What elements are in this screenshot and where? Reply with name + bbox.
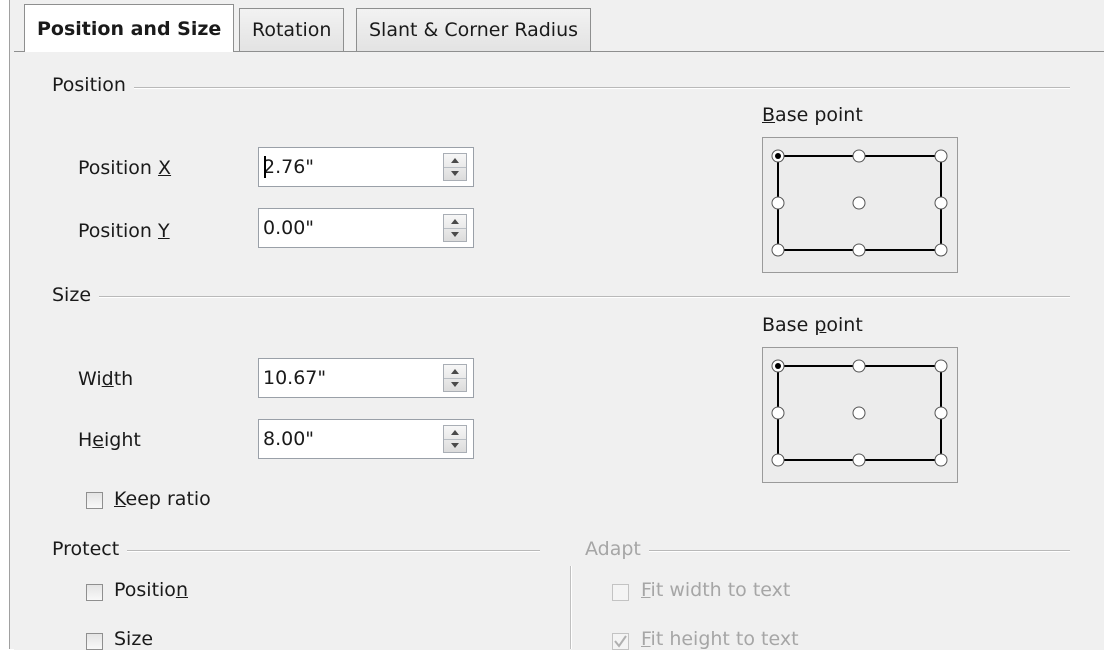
base-point-radio-bottom-right[interactable] [934,243,948,257]
base-point-radio-bottom-center[interactable] [852,243,866,257]
base-point-radio-top-center[interactable] [852,359,866,373]
protect-adapt-separator [570,566,572,649]
fit-height-to-text-label: Fit height to text [641,628,799,650]
position-x-spinner[interactable] [443,153,467,181]
protect-position-label: Position [114,579,188,601]
position-y-field[interactable]: 0.00" [258,208,474,248]
base-point-radio-top-center[interactable] [852,149,866,163]
base-point-radio-center[interactable] [852,196,866,210]
height-field[interactable]: 8.00" [258,419,474,459]
checkmark-icon [614,635,627,648]
spin-up-icon[interactable] [444,215,466,229]
height-value: 8.00" [263,428,315,450]
protect-size-label: Size [114,628,154,650]
position-section-rule [52,87,1070,89]
tab-position-and-size[interactable]: Position and Size [24,4,235,52]
adapt-section-rule [585,550,1070,552]
width-spinner[interactable] [443,364,467,392]
width-value: 10.67" [263,367,327,389]
protect-position-checkbox[interactable] [86,584,103,601]
width-label: Width [78,368,134,390]
base-point-radio-middle-left[interactable] [771,196,785,210]
base-point-grid [771,149,948,257]
spin-down-icon[interactable] [444,167,466,180]
protect-size-checkbox[interactable] [86,633,103,650]
height-label: Height [78,429,141,451]
tab-rotation[interactable]: Rotation [239,8,345,51]
text-caret [264,156,266,178]
protect-heading: Protect [52,538,128,560]
base-point-grid [771,359,948,467]
spin-down-icon[interactable] [444,228,466,241]
tab-slant-corner-radius[interactable]: Slant & Corner Radius [356,8,592,51]
spin-up-icon[interactable] [444,365,466,379]
base-point-radio-top-right[interactable] [934,149,948,163]
position-heading: Position [52,74,134,96]
base-point-radio-center[interactable] [852,406,866,420]
keep-ratio-label: Keep ratio [114,488,211,510]
base-point-radio-middle-right[interactable] [934,196,948,210]
base-point-radio-bottom-right[interactable] [934,453,948,467]
base-point-radio-top-left[interactable] [771,149,785,163]
size-heading: Size [52,284,100,306]
base-point-radio-bottom-center[interactable] [852,453,866,467]
base-point-radio-top-right[interactable] [934,359,948,373]
size-base-point-label: Base point [762,314,863,336]
position-x-value: 2.76" [263,156,315,178]
fit-width-to-text-checkbox[interactable] [612,584,629,601]
size-base-point-selector[interactable] [762,347,958,483]
base-point-radio-bottom-left[interactable] [771,243,785,257]
fit-height-to-text-checkbox[interactable] [612,633,629,650]
base-point-radio-bottom-left[interactable] [771,453,785,467]
position-x-field[interactable]: 2.76" [258,147,474,187]
fit-width-to-text-label: Fit width to text [641,579,791,601]
position-y-value: 0.00" [263,217,315,239]
spin-down-icon[interactable] [444,378,466,391]
adapt-heading: Adapt [585,538,649,560]
size-section-rule [52,296,1070,298]
base-point-radio-middle-left[interactable] [771,406,785,420]
keep-ratio-checkbox[interactable] [86,492,103,509]
position-y-label: Position Y [78,220,170,242]
spin-up-icon[interactable] [444,426,466,440]
base-point-radio-middle-right[interactable] [934,406,948,420]
position-base-point-selector[interactable] [762,137,958,273]
position-base-point-label: Base point [762,104,863,126]
spin-down-icon[interactable] [444,439,466,452]
height-spinner[interactable] [443,425,467,453]
base-point-radio-top-left[interactable] [771,359,785,373]
width-field[interactable]: 10.67" [258,358,474,398]
spin-up-icon[interactable] [444,154,466,168]
position-y-spinner[interactable] [443,214,467,242]
position-x-label: Position X [78,157,172,179]
